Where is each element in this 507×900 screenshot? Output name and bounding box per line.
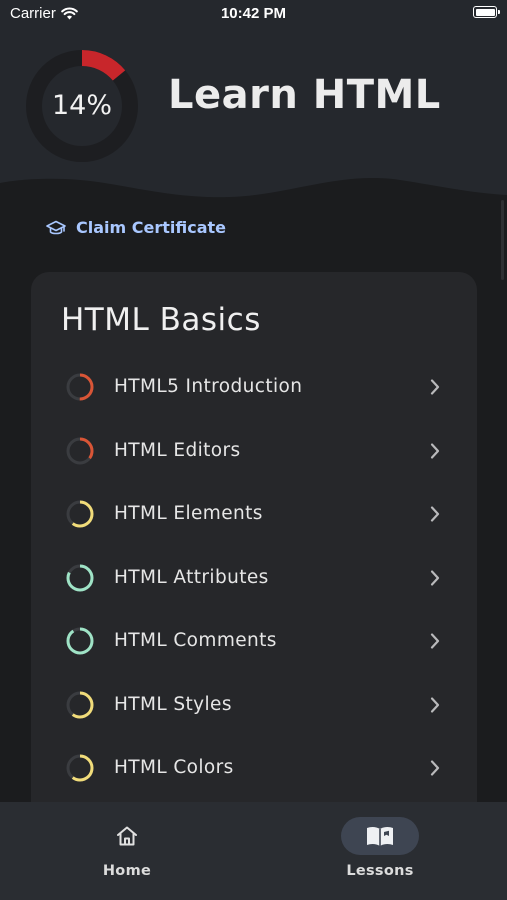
lesson-progress-ring: [66, 500, 94, 528]
lesson-label: HTML5 Introduction: [114, 376, 303, 397]
lesson-row[interactable]: HTML5 Introduction: [31, 357, 477, 417]
lesson-row[interactable]: HTML Editors: [31, 421, 477, 481]
section-card: HTML Basics HTML5 Introduction HTML Edit…: [31, 272, 477, 832]
lesson-progress-arc: [66, 627, 94, 655]
chevron-right-icon: [430, 570, 440, 586]
claim-certificate-link[interactable]: Claim Certificate: [46, 218, 226, 237]
tab-home-icon-wrap: [88, 817, 166, 855]
lesson-label: HTML Styles: [114, 694, 232, 715]
claim-certificate-label: Claim Certificate: [76, 218, 227, 237]
lesson-label: HTML Editors: [114, 440, 241, 461]
lesson-progress-ring: [66, 564, 94, 592]
home-icon: [117, 826, 137, 846]
lesson-progress-ring: [66, 754, 94, 782]
lesson-row[interactable]: HTML Colors: [31, 738, 477, 798]
lesson-label: HTML Attributes: [114, 567, 269, 588]
lesson-progress-ring: [66, 691, 94, 719]
status-time: 10:42 PM: [220, 5, 287, 22]
lesson-label: HTML Comments: [114, 630, 277, 651]
tab-home[interactable]: Home: [57, 802, 197, 900]
chevron-right-icon: [430, 379, 440, 395]
lesson-row[interactable]: HTML Styles: [31, 675, 477, 735]
scroll-indicator: [501, 200, 504, 280]
lesson-label: HTML Colors: [114, 757, 234, 778]
battery-icon: [473, 6, 500, 18]
tab-bar: Home Lessons: [0, 802, 507, 900]
lesson-label: HTML Elements: [114, 503, 263, 524]
chevron-right-icon: [430, 697, 440, 713]
lesson-row[interactable]: HTML Attributes: [31, 548, 477, 608]
lesson-row[interactable]: HTML Comments: [31, 611, 477, 671]
chevron-right-icon: [430, 633, 440, 649]
tab-lessons-label: Lessons: [346, 863, 414, 879]
tab-lessons-icon-wrap: [341, 817, 419, 855]
chevron-right-icon: [430, 506, 440, 522]
page-title: Learn HTML: [168, 72, 441, 118]
open-book-icon: [367, 826, 393, 846]
tab-home-label: Home: [102, 863, 152, 879]
course-progress-text: 14%: [51, 90, 112, 121]
tab-lessons[interactable]: Lessons: [310, 802, 450, 900]
lesson-progress-ring: [66, 437, 94, 465]
lesson-progress-ring: [66, 627, 94, 655]
chevron-right-icon: [430, 443, 440, 459]
status-bar: Carrier 10:42 PM: [0, 0, 507, 28]
section-title: HTML Basics: [61, 302, 261, 338]
chevron-right-icon: [430, 760, 440, 776]
lesson-row[interactable]: HTML Elements: [31, 484, 477, 544]
graduation-cap-icon: [46, 220, 66, 234]
lesson-progress-ring: [66, 373, 94, 401]
